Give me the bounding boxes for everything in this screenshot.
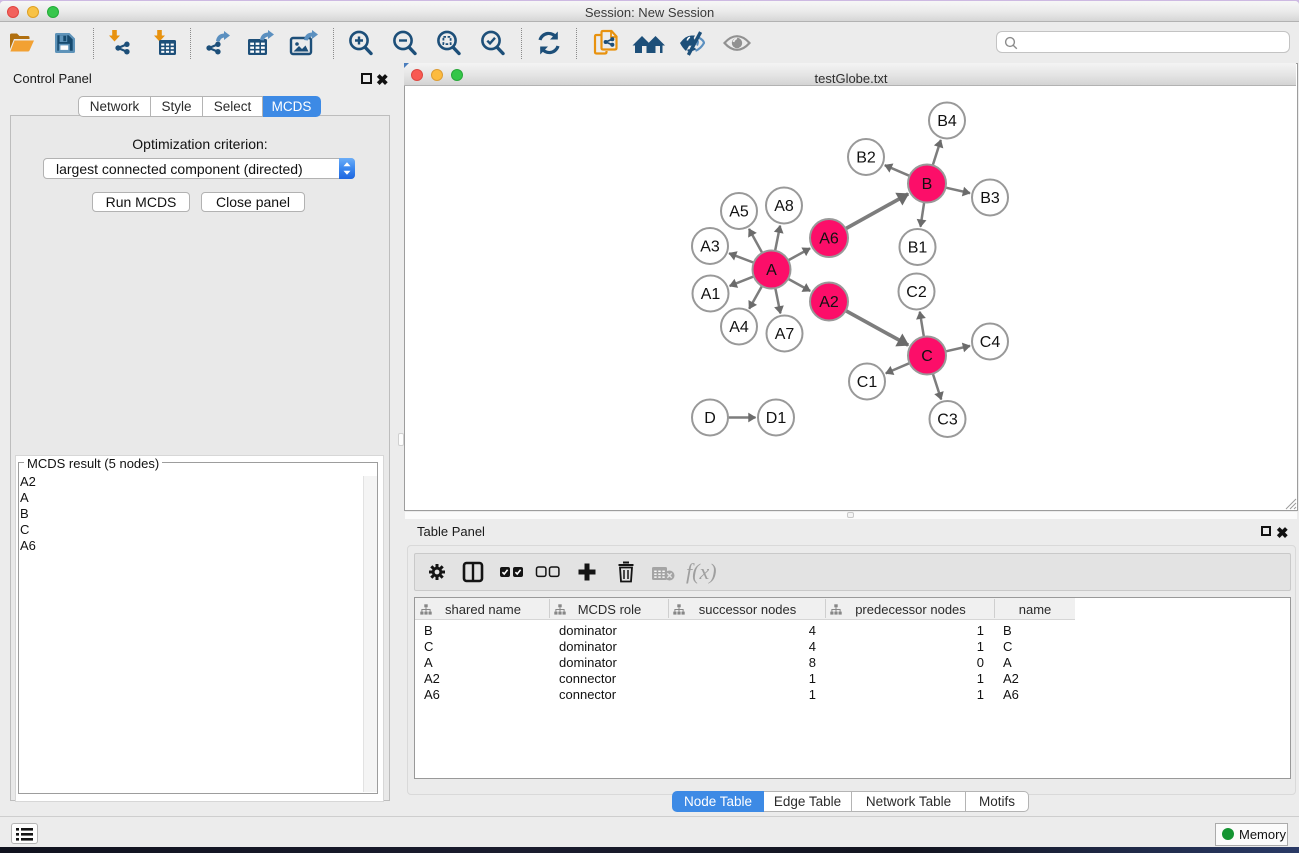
svg-text:A5: A5 (729, 204, 749, 221)
svg-text:A3: A3 (700, 239, 720, 256)
svg-text:A2: A2 (819, 294, 839, 311)
svg-text:A6: A6 (819, 231, 839, 248)
svg-text:A1: A1 (701, 286, 721, 303)
svg-text:A7: A7 (775, 326, 795, 343)
svg-text:C2: C2 (906, 284, 927, 301)
svg-text:C3: C3 (937, 412, 958, 429)
svg-text:D1: D1 (766, 410, 787, 427)
svg-text:C1: C1 (857, 374, 878, 391)
svg-text:C4: C4 (980, 334, 1001, 351)
svg-text:B2: B2 (856, 150, 876, 167)
svg-text:C: C (921, 348, 933, 365)
svg-text:A8: A8 (774, 198, 794, 215)
svg-text:D: D (704, 410, 716, 427)
svg-text:B3: B3 (980, 190, 1000, 207)
svg-text:B4: B4 (937, 113, 957, 130)
svg-text:B1: B1 (908, 240, 928, 257)
svg-text:B: B (922, 176, 933, 193)
svg-text:A: A (766, 262, 777, 279)
svg-text:A4: A4 (729, 319, 749, 336)
